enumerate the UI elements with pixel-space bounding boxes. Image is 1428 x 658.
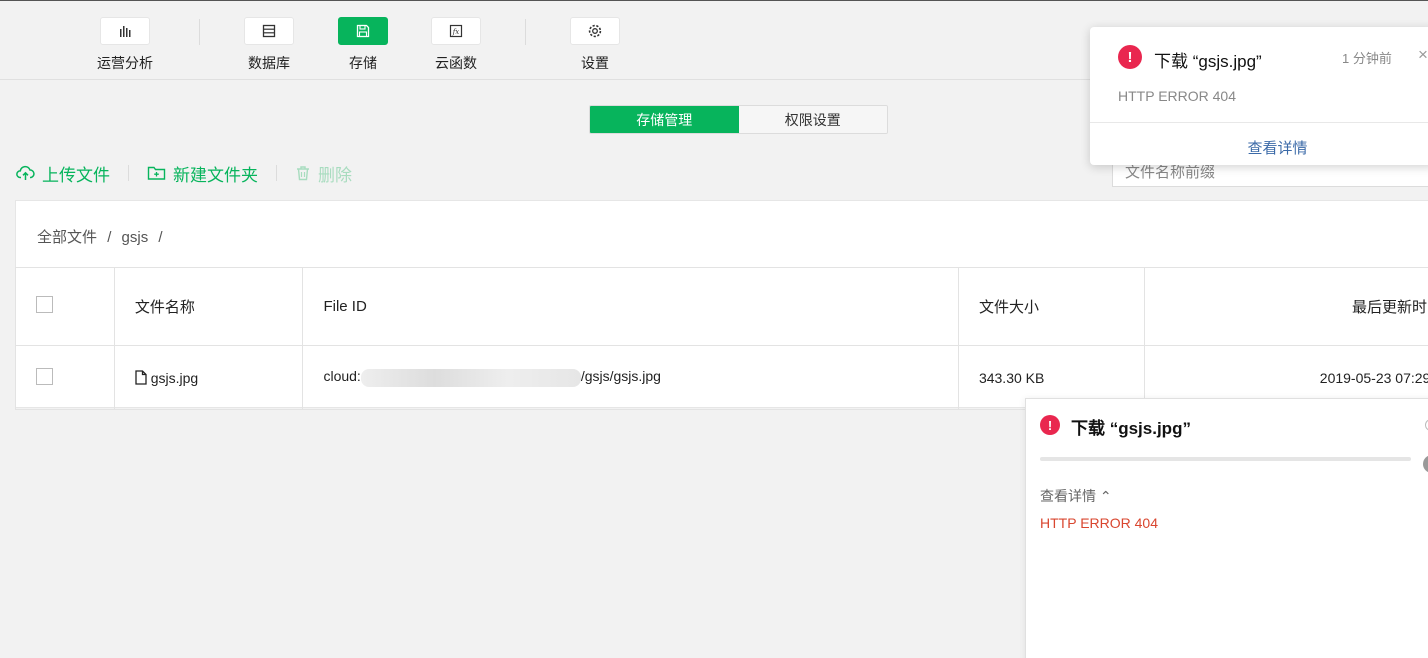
select-all-checkbox[interactable]: [36, 296, 53, 313]
nav-button-analytics[interactable]: [100, 17, 150, 45]
nav-label: 运营分析: [97, 55, 153, 71]
breadcrumb-separator: /: [107, 229, 112, 246]
notification-message: HTTP ERROR 404: [1118, 88, 1236, 104]
file-actions: 上传文件 新建文件夹 删除: [16, 160, 352, 186]
upload-file-button[interactable]: 上传文件: [16, 161, 110, 186]
nav-item-storage[interactable]: 存储: [323, 17, 403, 73]
row-checkbox[interactable]: [36, 367, 53, 385]
search-placeholder: 文件名称前缀: [1125, 164, 1216, 181]
error-icon: !: [1040, 415, 1060, 435]
view-details-link[interactable]: 查看详情: [1090, 137, 1428, 158]
file-id-cell: cloud: /gsjs/gsjs.jpg: [302, 345, 959, 410]
delete-button[interactable]: 删除: [295, 161, 352, 186]
download-error-notification: ! 下载 “gsjs.jpg” 1 分钟前 × HTTP ERROR 404 查…: [1090, 27, 1428, 165]
download-error-text: HTTP ERROR 404: [1040, 515, 1158, 531]
nav-item-settings[interactable]: 设置: [555, 17, 635, 73]
breadcrumb: 全部文件 / gsjs /: [37, 226, 169, 247]
error-icon: !: [1118, 45, 1142, 69]
view-details-toggle[interactable]: 查看详情 ⌃: [1040, 486, 1112, 506]
download-status-panel: ! 下载 “gsjs.jpg” 查看详情 ⌃ HTTP ERROR 404: [1025, 398, 1428, 658]
download-title: 下载 “gsjs.jpg”: [1071, 419, 1191, 438]
column-header-updated-label: 最后更新时间: [1351, 299, 1428, 316]
file-id-prefix: cloud:: [323, 368, 361, 385]
notification-title: 下载 “gsjs.jpg”: [1154, 52, 1262, 71]
file-id-suffix: /gsjs/gsjs.jpg: [580, 368, 661, 385]
trash-icon: [297, 166, 309, 181]
storage-tabs: 存储管理 权限设置: [589, 105, 888, 134]
file-panel: 全部文件 / gsjs / 文件名称 File ID 文件大小 最后更新时间 g…: [15, 200, 1428, 410]
close-icon[interactable]: ×: [1418, 45, 1428, 65]
file-table: 文件名称 File ID 文件大小 最后更新时间 gsjs.jpg cloud:…: [15, 267, 1428, 410]
nav-button-storage[interactable]: [338, 17, 388, 45]
tab-permission-settings[interactable]: 权限设置: [738, 106, 887, 133]
nav-item-database[interactable]: 数据库: [229, 17, 309, 73]
nav-label: 存储: [349, 55, 377, 71]
nav-item-analytics[interactable]: 运营分析: [85, 17, 165, 73]
gear-icon: [588, 24, 602, 38]
nav-label: 数据库: [248, 55, 290, 71]
floppy-disk-icon: [356, 24, 370, 38]
upload-file-label: 上传文件: [42, 165, 110, 185]
function-icon: fx: [449, 24, 463, 38]
new-folder-label: 新建文件夹: [173, 165, 258, 185]
database-icon: [262, 24, 276, 38]
notification-time: 1 分钟前: [1342, 51, 1392, 66]
folder-plus-icon: [147, 166, 166, 180]
nav-label: 云函数: [435, 55, 477, 71]
column-header-updated: 最后更新时间: [1143, 267, 1428, 346]
nav-divider: [525, 19, 526, 45]
nav-button-database[interactable]: [244, 17, 294, 45]
nav-button-cloud-function[interactable]: fx: [431, 17, 481, 45]
column-header-name: 文件名称: [113, 267, 304, 346]
notification-divider: [1090, 122, 1428, 123]
cloud-upload-icon: [16, 165, 35, 180]
nav-label: 设置: [581, 55, 609, 71]
nav-item-cloud-function[interactable]: fx 云函数: [416, 17, 496, 73]
action-divider: [276, 165, 277, 181]
file-name[interactable]: gsjs.jpg: [151, 370, 198, 386]
new-folder-button[interactable]: 新建文件夹: [147, 161, 258, 186]
breadcrumb-separator: /: [158, 229, 163, 246]
svg-text:fx: fx: [452, 28, 460, 36]
nav-button-settings[interactable]: [570, 17, 620, 45]
retry-icon[interactable]: [1423, 455, 1428, 473]
nav-divider: [199, 19, 200, 45]
bar-chart-icon: [120, 26, 131, 37]
download-progress-bar: [1040, 457, 1411, 461]
file-name-cell[interactable]: gsjs.jpg: [113, 345, 304, 410]
action-divider: [128, 165, 129, 181]
tab-storage-management[interactable]: 存储管理: [590, 106, 739, 133]
delete-label: 删除: [318, 165, 352, 185]
breadcrumb-all-files[interactable]: 全部文件: [37, 229, 97, 246]
row-select-cell: [15, 345, 115, 410]
column-header-file-id: File ID: [302, 267, 959, 346]
table-header-row: 文件名称 File ID 文件大小 最后更新时间: [15, 267, 1428, 346]
updated-time: 2019-05-23 07:29:0: [1319, 369, 1428, 386]
file-id-redacted: [360, 368, 581, 387]
file-icon: [135, 369, 147, 385]
select-all-cell: [15, 267, 115, 346]
column-header-size: 文件大小: [957, 267, 1145, 346]
breadcrumb-folder[interactable]: gsjs: [122, 229, 149, 246]
